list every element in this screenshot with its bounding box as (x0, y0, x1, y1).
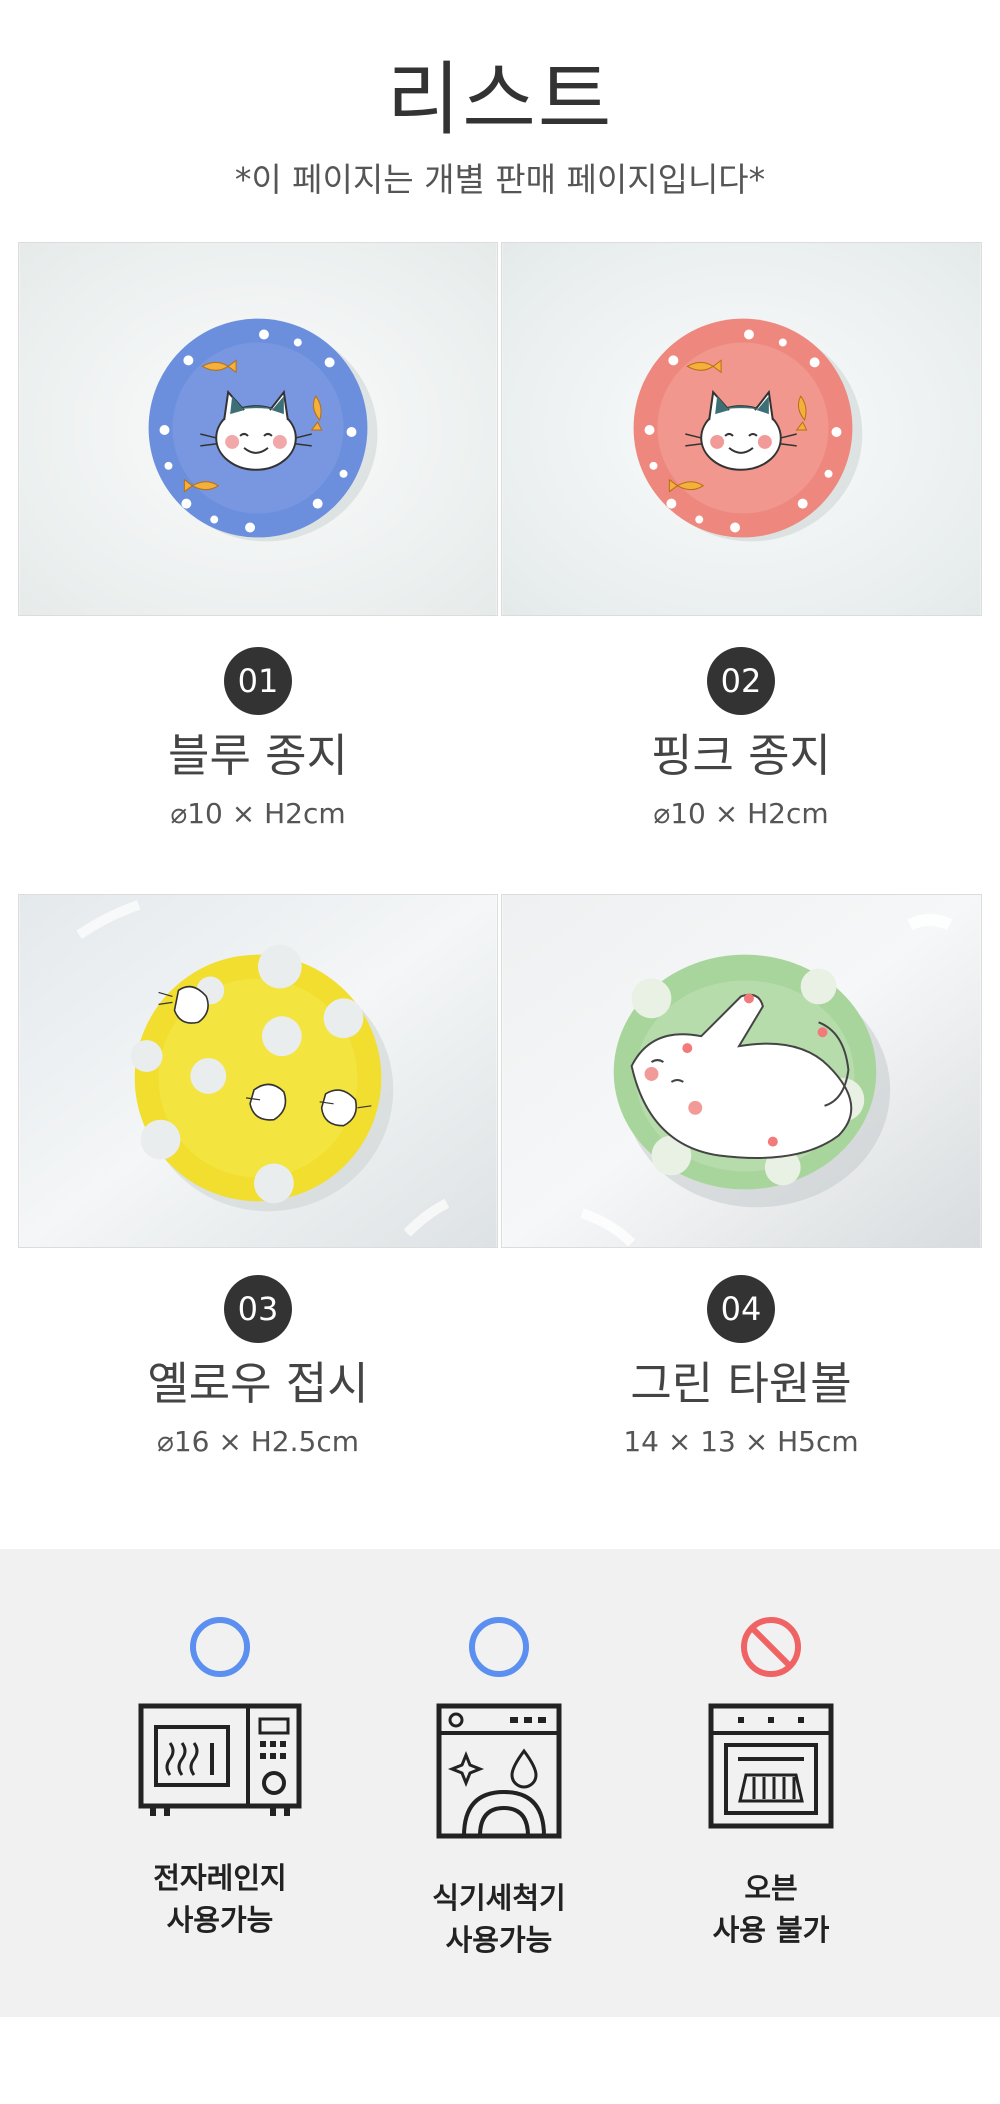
product-photo-blue-dish (18, 242, 498, 616)
product-number-badge: 04 (707, 1275, 775, 1343)
care-item-oven: 오븐 사용 불가 (651, 1613, 891, 1951)
product-card-3: 03 옐로우 접시 ⌀16 × H2.5cm (18, 1275, 498, 1459)
product-name: 옐로우 접시 (147, 1357, 369, 1410)
care-label-line1: 식기세척기 (432, 1881, 566, 1915)
product-photo-yellow-plate (18, 894, 498, 1248)
product-card-4: 04 그린 타원볼 14 × 13 × H5cm (501, 1275, 981, 1459)
product-name: 그린 타원볼 (630, 1357, 852, 1410)
product-number-badge: 02 (707, 647, 775, 715)
allowed-circle-icon (190, 1617, 250, 1677)
product-size: ⌀10 × H2cm (653, 797, 829, 830)
care-label-line1: 오븐 (744, 1871, 798, 1905)
dishwasher-icon (436, 1703, 562, 1839)
page-subtitle: *이 페이지는 개별 판매 페이지입니다* (234, 160, 766, 199)
product-photo-green-bowl (501, 894, 982, 1248)
care-label-line2: 사용가능 (445, 1923, 553, 1958)
allowed-circle-icon (469, 1617, 529, 1677)
page-title: 리스트 (386, 53, 614, 146)
product-name: 핑크 종지 (651, 729, 831, 782)
product-photo-pink-dish (501, 242, 982, 616)
care-item-dishwasher: 식기세척기 사용가능 (379, 1613, 619, 1961)
product-number-badge: 03 (224, 1275, 292, 1343)
care-label-line2: 사용 불가 (712, 1913, 830, 1948)
microwave-icon (138, 1703, 302, 1816)
product-card-1: 01 블루 종지 ⌀10 × H2cm (18, 647, 498, 831)
product-size: 14 × 13 × H5cm (623, 1425, 859, 1458)
care-label-line2: 사용가능 (166, 1903, 274, 1938)
care-item-microwave: 전자레인지 사용가능 (100, 1613, 340, 1941)
care-instructions: 전자레인지 사용가능 식기세척기 사용가능 오븐 사용 불가 (0, 1549, 1000, 2017)
product-size: ⌀10 × H2cm (170, 797, 346, 830)
product-size: ⌀16 × H2.5cm (156, 1425, 359, 1458)
product-number-badge: 01 (224, 647, 292, 715)
product-name: 블루 종지 (168, 729, 348, 782)
not-allowed-icon (741, 1617, 801, 1677)
product-card-2: 02 핑크 종지 ⌀10 × H2cm (501, 647, 981, 831)
oven-icon (708, 1703, 834, 1829)
care-label-line1: 전자레인지 (153, 1861, 287, 1895)
